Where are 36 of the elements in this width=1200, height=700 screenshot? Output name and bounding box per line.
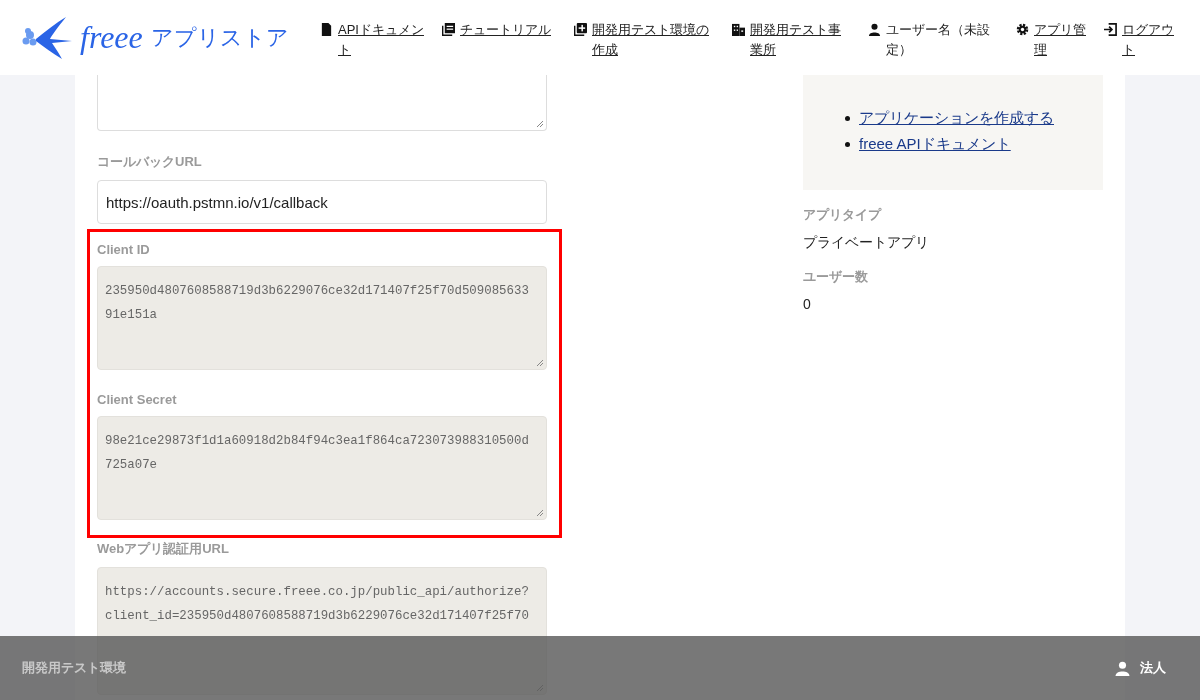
nav-link[interactable]: アプリ管理: [1034, 19, 1086, 60]
text-area[interactable]: 98e21ce29873f1d1a60918d2b84f94c3ea1f864ca723073988310500d725a07e: [97, 416, 547, 520]
logout-icon: [1104, 22, 1117, 36]
resize-handle-icon[interactable]: [536, 120, 544, 128]
book-icon: [442, 22, 455, 36]
field-label: Webアプリ認証用URL: [97, 540, 230, 558]
text-area[interactable]: 235950d4807608588719d3b6229076ce32d171407f25f70d50908563391e151a: [97, 266, 547, 370]
detail-value: プライベートアプリ: [803, 234, 930, 252]
nav-link[interactable]: 開発用テスト環境の作成: [592, 19, 714, 60]
detail-value: 0: [803, 296, 812, 312]
person-icon: [868, 22, 881, 36]
product-name: アプリストア: [150, 23, 289, 52]
account-type: 法人: [1140, 659, 1166, 677]
sidebar-link[interactable]: アプリケーションを作成する: [859, 108, 1054, 128]
resize-handle-icon[interactable]: [536, 509, 544, 517]
nav-link[interactable]: チュートリアル: [460, 19, 556, 40]
detail-label: アプリタイプ: [803, 206, 883, 224]
bullet-icon: [845, 141, 850, 147]
nav-link[interactable]: 開発用テスト事業所: [750, 19, 850, 60]
plus-square-icon: [574, 22, 587, 36]
resize-handle-icon[interactable]: [536, 359, 544, 367]
url-input[interactable]: https://oauth.pstmn.io/v1/callback: [97, 180, 547, 224]
detail-label: ユーザー数: [803, 268, 869, 286]
nav-link[interactable]: APIドキュメント: [338, 19, 424, 60]
nav-link[interactable]: ログアウト: [1122, 19, 1178, 60]
settings-icon: [1016, 22, 1029, 36]
field-label: コールバックURL: [97, 153, 203, 171]
person-icon: [1115, 660, 1130, 676]
user-name: ユーザー名（未設定）: [886, 20, 991, 59]
sidebar-link[interactable]: freee APIドキュメント: [859, 134, 1011, 154]
field-label: Client Secret: [97, 392, 178, 407]
field-label: Client ID: [97, 242, 151, 257]
bullet-icon: [845, 115, 850, 121]
brand-name: freee: [80, 19, 143, 56]
document-icon: [320, 22, 333, 36]
building-icon: [732, 22, 745, 36]
